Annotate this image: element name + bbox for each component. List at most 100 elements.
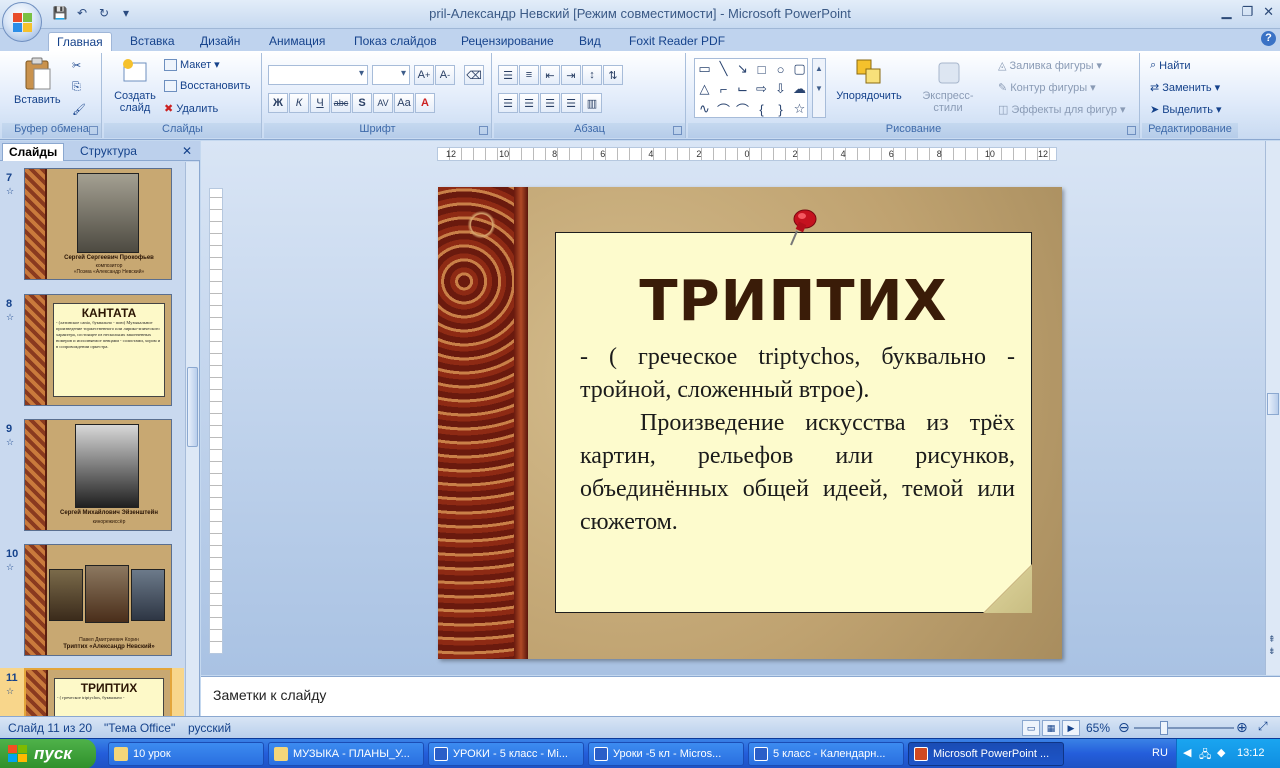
tab-slides[interactable]: Слайды bbox=[2, 143, 65, 161]
italic-button[interactable]: К bbox=[289, 93, 309, 113]
spacing-button[interactable]: AV bbox=[373, 93, 393, 113]
strike-button[interactable]: abc bbox=[331, 93, 351, 113]
font-launcher-icon[interactable] bbox=[479, 126, 488, 135]
shapes-gallery[interactable]: ▭ ╲ ↘ □ ○ ▢ △ ⌐ ⌙ ⇨ ⇩ ☁ ∿ ⌒ ⌒ { } ☆ bbox=[694, 58, 808, 118]
arrange-button[interactable]: Упорядочить bbox=[834, 57, 904, 102]
gallery-scroll[interactable]: ▲ ▼ bbox=[812, 58, 826, 118]
taskbar-item-word-2[interactable]: Уроки -5 кл - Micros... bbox=[588, 742, 744, 766]
zoom-in-icon[interactable]: ⊕ bbox=[1236, 719, 1248, 736]
slide-thumbnail[interactable]: Павел Дмитриевич Корин Триптих «Александ… bbox=[24, 544, 172, 656]
tab-outline[interactable]: Структура bbox=[74, 143, 143, 161]
find-button[interactable]: ⌕ Найти bbox=[1150, 59, 1191, 72]
grow-font-icon[interactable]: A + bbox=[414, 65, 434, 85]
clear-format-icon[interactable]: ⌫ bbox=[464, 65, 484, 85]
thumbnail-row-8[interactable]: 8 ☆ КАНТАТА - (латинское canto, буквальн… bbox=[0, 294, 184, 408]
arc-icon[interactable]: ⌒ bbox=[736, 100, 749, 119]
delete-slide-button[interactable]: ✖ Удалить bbox=[164, 102, 218, 116]
taskbar-item-folder[interactable]: 10 урок bbox=[108, 742, 264, 766]
triangle-shape-icon[interactable]: △ bbox=[700, 81, 710, 97]
restore-icon[interactable]: ❐ bbox=[1241, 4, 1253, 20]
font-name-combo[interactable] bbox=[268, 65, 368, 85]
close-panel-icon[interactable]: ✕ bbox=[182, 144, 192, 158]
reset-button[interactable]: Восстановить bbox=[164, 80, 250, 92]
paragraph-launcher-icon[interactable] bbox=[673, 126, 682, 135]
tab-insert[interactable]: Вставка bbox=[122, 32, 183, 51]
font-size-combo[interactable] bbox=[372, 65, 410, 85]
tray-app-icon[interactable]: ◆ bbox=[1217, 746, 1225, 759]
shadow-button[interactable]: S bbox=[352, 93, 372, 113]
tab-home[interactable]: Главная bbox=[48, 32, 112, 51]
decrease-indent-icon[interactable]: ⇤ bbox=[540, 65, 560, 85]
language-indicator[interactable]: RU bbox=[1152, 747, 1168, 759]
textbox-icon[interactable]: ▭ bbox=[698, 61, 710, 77]
notes-pane[interactable]: Заметки к слайду bbox=[201, 676, 1280, 716]
tab-animation[interactable]: Анимация bbox=[261, 32, 333, 51]
callout-icon[interactable]: ☁ bbox=[793, 81, 806, 97]
connector2-icon[interactable]: ⌙ bbox=[737, 81, 748, 97]
slide-title[interactable]: ТРИПТИХ bbox=[556, 269, 1031, 334]
editor-scrollbar[interactable]: ⇞ ⇟ bbox=[1265, 141, 1280, 675]
slide-thumbnail[interactable]: КАНТАТА - (латинское canto, буквально - … bbox=[24, 294, 172, 406]
bullets-icon[interactable]: ☰ bbox=[498, 65, 518, 85]
increase-indent-icon[interactable]: ⇥ bbox=[561, 65, 581, 85]
layout-button[interactable]: Макет ▾ bbox=[164, 58, 220, 71]
oval-shape-icon[interactable]: ○ bbox=[777, 62, 785, 77]
minimize-icon[interactable]: ▁ bbox=[1221, 4, 1231, 20]
numbering-icon[interactable]: ≡ bbox=[519, 65, 539, 85]
clipboard-launcher-icon[interactable] bbox=[89, 126, 98, 135]
new-slide-button[interactable]: Создать слайд bbox=[110, 57, 160, 114]
left-brace-icon[interactable]: { bbox=[759, 102, 763, 117]
panel-scroll-thumb[interactable] bbox=[187, 367, 198, 447]
right-arrow-icon[interactable]: ⇨ bbox=[756, 81, 767, 97]
prev-next-slide-icon[interactable]: ⇞ ⇟ bbox=[1268, 633, 1276, 657]
thumbnail-row-11[interactable]: 11 ☆ ТРИПТИХ - ( греческое triptychos, б… bbox=[0, 668, 184, 716]
align-center-icon[interactable]: ☰ bbox=[519, 93, 539, 113]
fit-window-icon[interactable]: ⤢ bbox=[1258, 719, 1268, 734]
star-icon[interactable]: ☆ bbox=[794, 101, 806, 117]
arrow-shape-icon[interactable]: ↘ bbox=[737, 61, 748, 77]
thumbnail-row-9[interactable]: 9 ☆ Сергей Михайлович Эйзенштейн кинореж… bbox=[0, 419, 184, 533]
shape-outline-button[interactable]: ✎ Контур фигуры ▾ bbox=[998, 81, 1096, 95]
shrink-font-icon[interactable]: A- bbox=[435, 65, 455, 85]
zoom-level[interactable]: 65% bbox=[1086, 721, 1110, 735]
format-painter-icon[interactable]: 🖌 bbox=[72, 103, 86, 116]
cut-icon[interactable]: ✂ bbox=[72, 59, 81, 72]
tray-back-icon[interactable]: ◀ bbox=[1183, 746, 1191, 759]
copy-icon[interactable]: ⎘ bbox=[72, 81, 81, 94]
tab-view[interactable]: Вид bbox=[571, 32, 609, 51]
replace-button[interactable]: ⇄ Заменить ▾ bbox=[1150, 81, 1220, 95]
drawing-launcher-icon[interactable] bbox=[1127, 126, 1136, 135]
start-button[interactable]: пуск bbox=[0, 739, 96, 768]
current-slide[interactable]: ТРИПТИХ - ( греческое triptychos, буквал… bbox=[438, 187, 1062, 659]
bold-button[interactable]: Ж bbox=[268, 93, 288, 113]
sticky-note[interactable]: ТРИПТИХ - ( греческое triptychos, буквал… bbox=[555, 232, 1032, 613]
clock[interactable]: 13:12 bbox=[1237, 747, 1265, 759]
taskbar-item-word[interactable]: УРОКИ - 5 класс - Mi... bbox=[428, 742, 584, 766]
slide-thumbnail[interactable]: ТРИПТИХ - ( греческое triptychos, буквал… bbox=[24, 668, 172, 716]
zoom-slider[interactable] bbox=[1134, 727, 1234, 729]
tab-review[interactable]: Рецензирование bbox=[453, 32, 562, 51]
thumbnail-row-7[interactable]: 7 ☆ Сергей Сергеевич Прокофьев композито… bbox=[0, 168, 184, 282]
quick-styles-button[interactable]: Экспресс-стили bbox=[908, 57, 988, 114]
align-right-icon[interactable]: ☰ bbox=[540, 93, 560, 113]
normal-view-icon[interactable]: ▭ bbox=[1022, 720, 1040, 736]
line-shape-icon[interactable]: ╲ bbox=[720, 61, 728, 77]
taskbar-item-powerpoint[interactable]: Microsoft PowerPoint ... bbox=[908, 742, 1064, 766]
right-brace-icon[interactable]: } bbox=[778, 102, 782, 117]
connector-icon[interactable]: ⌐ bbox=[720, 82, 728, 97]
tab-design[interactable]: Дизайн bbox=[192, 32, 248, 51]
case-button[interactable]: Aa bbox=[394, 93, 414, 113]
underline-button[interactable]: Ч bbox=[310, 93, 330, 113]
text-direction-icon[interactable]: ⇅ bbox=[603, 65, 623, 85]
down-arrow-icon[interactable]: ⇩ bbox=[775, 81, 786, 97]
paste-button[interactable]: Вставить bbox=[14, 57, 61, 106]
tab-slideshow[interactable]: Показ слайдов bbox=[346, 32, 445, 51]
help-icon[interactable]: ? bbox=[1261, 31, 1276, 46]
rounded-rect-icon[interactable]: ▢ bbox=[793, 61, 805, 77]
taskbar-item-folder-2[interactable]: МУЗЫКА - ПЛАНЫ_У... bbox=[268, 742, 424, 766]
font-color-icon[interactable]: A bbox=[415, 93, 435, 113]
theme-name[interactable]: "Тема Office" bbox=[104, 721, 175, 735]
freeform-icon[interactable]: ∿ bbox=[699, 101, 710, 117]
slide-thumbnail[interactable]: Сергей Сергеевич Прокофьев композитор «П… bbox=[24, 168, 172, 280]
select-button[interactable]: ➤ Выделить ▾ bbox=[1150, 103, 1222, 117]
